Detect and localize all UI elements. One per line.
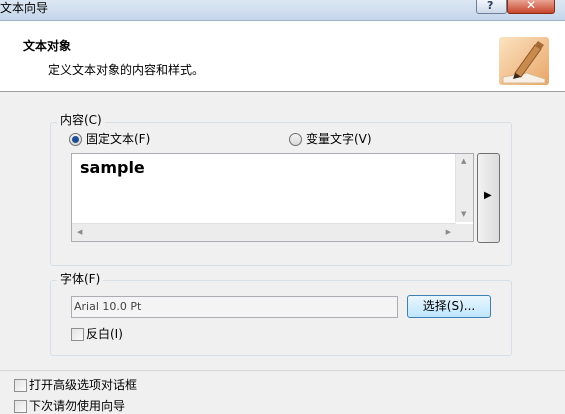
variable-text-radio[interactable] <box>289 133 302 146</box>
scroll-up-icon[interactable]: ▲ <box>461 157 466 166</box>
scroll-down-icon[interactable]: ▼ <box>461 210 466 219</box>
scroll-right-icon[interactable]: ▶ <box>446 228 451 237</box>
fixed-text-radio-label[interactable]: 固定文本(F) <box>86 132 150 146</box>
font-group <box>50 280 512 356</box>
wizard-header: 文本对象 定义文本对象的内容和样式。 <box>0 21 565 92</box>
invert-checkbox-label[interactable]: 反白(I) <box>86 327 123 341</box>
invert-checkbox[interactable] <box>71 328 84 341</box>
help-button[interactable]: ? <box>476 0 507 14</box>
content-group-label: 内容(C) <box>57 113 105 127</box>
play-arrow-icon: ▶ <box>484 190 492 201</box>
window-title: 文本向导 <box>0 1 49 15</box>
variable-text-radio-label[interactable]: 变量文字(V) <box>306 132 372 146</box>
open-advanced-label[interactable]: 打开高级选项对话框 <box>29 378 137 392</box>
pen-paper-icon <box>499 37 549 85</box>
scroll-corner <box>456 224 473 241</box>
close-button[interactable]: ✕ <box>507 0 555 14</box>
title-bar: 文本向导 ? ✕ <box>0 0 565 21</box>
header-subtitle: 定义文本对象的内容和样式。 <box>48 63 205 77</box>
footer-divider <box>0 370 565 371</box>
horizontal-scrollbar[interactable]: ◀ ▶ <box>72 223 456 241</box>
select-font-button[interactable]: 选择(S)... <box>407 295 491 318</box>
content-text-value[interactable]: sample <box>80 158 145 177</box>
font-group-label: 字体(F) <box>57 272 104 286</box>
vertical-scrollbar[interactable]: ▲ ▼ <box>455 154 473 222</box>
scroll-left-icon[interactable]: ◀ <box>77 228 82 237</box>
no-wizard-label[interactable]: 下次请勿使用向导 <box>29 399 125 413</box>
content-text-area[interactable]: sample ▲ ▼ ◀ ▶ <box>71 153 474 242</box>
help-icon: ? <box>487 0 494 12</box>
close-icon: ✕ <box>526 0 537 12</box>
fixed-text-radio[interactable] <box>69 133 82 146</box>
open-advanced-checkbox[interactable] <box>14 379 27 392</box>
insert-field-button[interactable]: ▶ <box>477 153 500 243</box>
font-field: Arial 10.0 Pt <box>71 296 398 318</box>
no-wizard-checkbox[interactable] <box>14 400 27 413</box>
header-title: 文本对象 <box>23 39 72 53</box>
font-value: Arial 10.0 Pt <box>74 300 142 313</box>
